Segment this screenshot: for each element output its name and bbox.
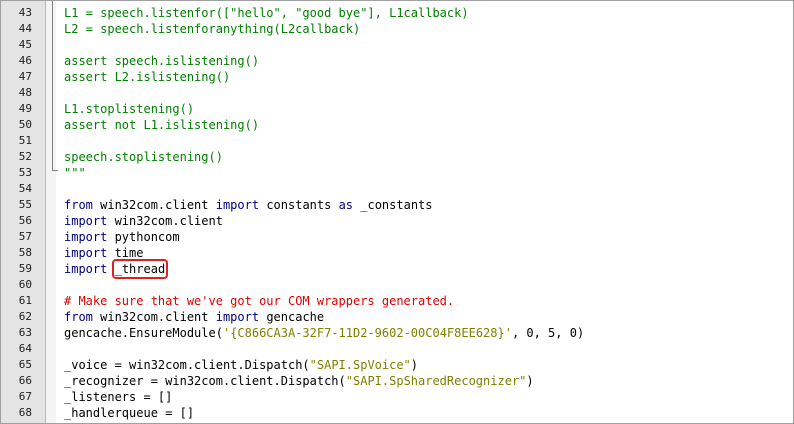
- code-token: """: [64, 166, 86, 180]
- line-number: 52: [18, 150, 32, 163]
- fold-guide-line: [52, 1, 53, 171]
- line-number: 54: [18, 182, 32, 195]
- code-text[interactable]: L1 = speech.listenfor(["hello", "good by…: [64, 5, 469, 21]
- keyword-token: import: [64, 230, 108, 244]
- line-number: 51: [18, 134, 32, 147]
- code-token: _handlerqueue = []: [64, 406, 195, 420]
- fold-margin[interactable]: [46, 1, 56, 423]
- code-token: L1 = speech.listenfor(["hello", "good by…: [64, 6, 469, 20]
- code-text[interactable]: assert speech.islistening(): [64, 53, 259, 69]
- code-text[interactable]: L2 = speech.listenforanything(L2callback…: [64, 21, 360, 37]
- code-token: win32com.client: [92, 198, 216, 212]
- line-number: 60: [18, 278, 32, 291]
- code-text[interactable]: """: [64, 165, 86, 181]
- code-text[interactable]: # Make sure that we've got our COM wrapp…: [64, 293, 454, 309]
- line-number: 63: [18, 326, 32, 339]
- code-text[interactable]: import _thread: [64, 259, 169, 279]
- code-token: constants: [259, 198, 339, 212]
- line-number: 47: [18, 70, 32, 83]
- code-token: ): [526, 374, 534, 388]
- keyword-token: import: [64, 262, 108, 276]
- string-token: '{C866CA3A-32F7-11D2-9602-00C04F8EE628}': [222, 326, 512, 340]
- code-text[interactable]: _listeners = []: [64, 389, 172, 405]
- code-token: , 0, 5, 0): [511, 326, 585, 340]
- code-text[interactable]: import time: [64, 245, 143, 261]
- keyword-token: from: [64, 310, 93, 324]
- code-editor[interactable]: 43 L1 = speech.listenfor(["hello", "good …: [0, 0, 794, 424]
- code-text[interactable]: assert not L1.islistening(): [64, 117, 259, 133]
- line-number: 49: [18, 102, 32, 115]
- line-number: 59: [18, 262, 32, 275]
- line-number: 46: [18, 54, 32, 67]
- line-number: 64: [18, 342, 32, 355]
- line-number: 56: [18, 214, 32, 227]
- code-token: L2 = speech.listenforanything(L2callback…: [64, 22, 361, 36]
- string-token: "SAPI.SpVoice": [309, 358, 411, 372]
- fold-guide-end: [52, 170, 58, 171]
- line-number: 66: [18, 374, 32, 387]
- line-number: 62: [18, 310, 32, 323]
- code-token: _voice = win32com.client.Dispatch(: [64, 358, 310, 372]
- code-token: _constants: [353, 198, 433, 212]
- code-token: _recognizer = win32com.client.Dispatch(: [64, 374, 346, 388]
- keyword-token: import: [215, 198, 260, 212]
- code-token: assert not L1.islistening(): [64, 118, 260, 132]
- code-text[interactable]: import win32com.client: [64, 213, 223, 229]
- line-number: 58: [18, 246, 32, 259]
- code-token: gencache.EnsureModule(: [64, 326, 223, 340]
- code-token: speech.stoplistening(): [64, 150, 223, 164]
- line-number: 44: [18, 22, 32, 35]
- code-token: _listeners = []: [64, 390, 173, 404]
- line-number: 48: [18, 86, 32, 99]
- code-token: gencache: [259, 310, 325, 324]
- line-number: 68: [18, 406, 32, 419]
- code-token: L1.stoplistening(): [64, 102, 195, 116]
- highlighted-token: _thread: [111, 259, 169, 279]
- keyword-token: as: [338, 198, 354, 212]
- code-text[interactable]: _handlerqueue = []: [64, 405, 194, 421]
- code-token: time: [107, 246, 144, 260]
- code-token: assert speech.islistening(): [64, 54, 260, 68]
- comment-token: # Make sure that we've got our COM wrapp…: [64, 294, 455, 308]
- line-number: 55: [18, 198, 32, 211]
- code-text[interactable]: L1.stoplistening(): [64, 101, 194, 117]
- code-text[interactable]: _recognizer = win32com.client.Dispatch("…: [64, 373, 534, 389]
- keyword-token: from: [64, 198, 93, 212]
- code-text[interactable]: from win32com.client import constants as…: [64, 197, 433, 213]
- code-text[interactable]: _voice = win32com.client.Dispatch("SAPI.…: [64, 357, 418, 373]
- line-number: 67: [18, 390, 32, 403]
- code-text[interactable]: import pythoncom: [64, 229, 180, 245]
- line-number: 53: [18, 166, 32, 179]
- code-token: win32com.client: [92, 310, 216, 324]
- code-token: assert L2.islistening(): [64, 70, 231, 84]
- code-text[interactable]: gencache.EnsureModule('{C866CA3A-32F7-11…: [64, 325, 584, 341]
- line-number: 45: [18, 38, 32, 51]
- keyword-token: import: [64, 214, 108, 228]
- line-number: 65: [18, 358, 32, 371]
- line-number: 61: [18, 294, 32, 307]
- code-text[interactable]: from win32com.client import gencache: [64, 309, 324, 325]
- code-text[interactable]: assert L2.islistening(): [64, 69, 230, 85]
- line-number: 43: [18, 6, 32, 19]
- keyword-token: import: [215, 310, 260, 324]
- line-number: 50: [18, 118, 32, 131]
- code-token: win32com.client: [107, 214, 223, 228]
- code-token: pythoncom: [107, 230, 180, 244]
- string-token: "SAPI.SpSharedRecognizer": [345, 374, 527, 388]
- code-text[interactable]: speech.stoplistening(): [64, 149, 223, 165]
- line-number: 57: [18, 230, 32, 243]
- keyword-token: import: [64, 246, 108, 260]
- code-token: ): [410, 358, 419, 372]
